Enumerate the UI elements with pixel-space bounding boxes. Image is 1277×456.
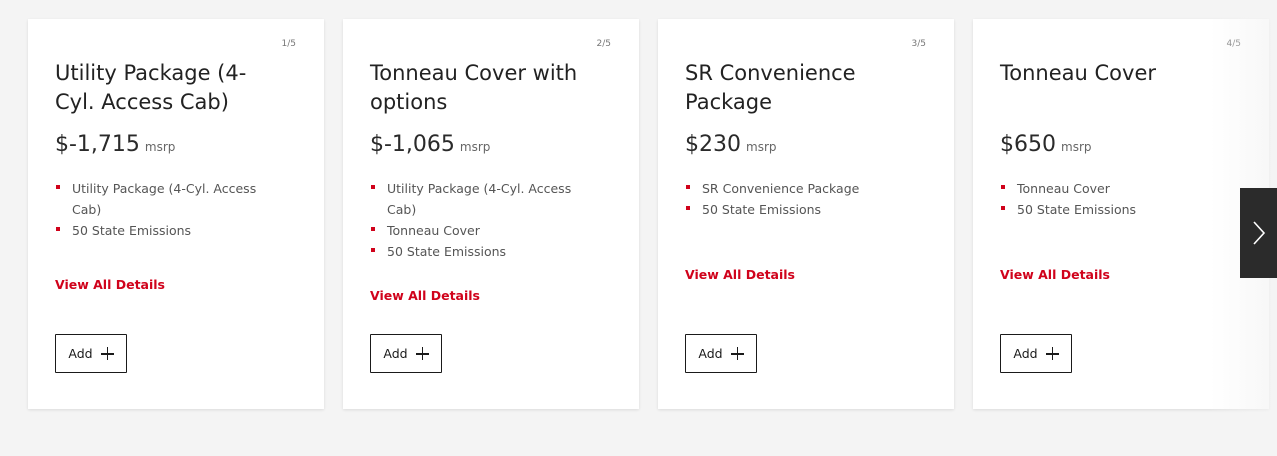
feature-item: Utility Package (4-Cyl. Access Cab) (55, 178, 285, 220)
price-row: $-1,065 msrp (370, 132, 490, 157)
feature-list: Tonneau Cover 50 State Emissions (1000, 178, 1230, 220)
package-card: 1/5 Utility Package (4-Cyl. Access Cab) … (28, 19, 324, 409)
plus-icon (415, 347, 429, 360)
price-unit: msrp (1061, 140, 1092, 154)
price-unit: msrp (746, 140, 777, 154)
plus-icon (1045, 347, 1059, 360)
add-button[interactable]: Add (1000, 334, 1072, 373)
feature-item: SR Convenience Package (685, 178, 915, 199)
price: $-1,715 (55, 132, 140, 157)
price-row: $650 msrp (1000, 132, 1092, 157)
card-title: SR Convenience Package (685, 61, 856, 114)
plus-icon (730, 347, 744, 360)
feature-item: 50 State Emissions (55, 220, 285, 241)
feature-item: 50 State Emissions (685, 199, 915, 220)
feature-item: 50 State Emissions (1000, 199, 1230, 220)
carousel-next-button[interactable] (1240, 188, 1277, 278)
accessory-package-carousel: 1/5 Utility Package (4-Cyl. Access Cab) … (0, 0, 1277, 456)
price: $230 (685, 132, 741, 157)
package-card: 3/5 SR Convenience Package $230 msrp SR … (658, 19, 954, 409)
package-card: 4/5 Tonneau Cover $650 msrp Tonneau Cove… (973, 19, 1269, 409)
feature-item: Utility Package (4-Cyl. Access Cab) (370, 178, 600, 220)
feature-item: Tonneau Cover (1000, 178, 1230, 199)
plus-icon (100, 347, 114, 360)
chevron-right-icon (1252, 221, 1265, 245)
add-button[interactable]: Add (370, 334, 442, 373)
price-row: $-1,715 msrp (55, 132, 175, 157)
feature-item: 50 State Emissions (370, 241, 600, 262)
card-title: Tonneau Cover (1000, 61, 1156, 85)
add-button[interactable]: Add (685, 334, 757, 373)
card-counter: 1/5 (281, 39, 296, 49)
add-button[interactable]: Add (55, 334, 127, 373)
add-button-label: Add (1013, 346, 1038, 361)
package-card: 2/5 Tonneau Cover with options $-1,065 m… (343, 19, 639, 409)
price-row: $230 msrp (685, 132, 777, 157)
add-button-label: Add (698, 346, 723, 361)
view-all-details-link[interactable]: View All Details (685, 267, 795, 282)
card-title: Tonneau Cover with options (370, 61, 578, 114)
card-counter: 4/5 (1226, 39, 1241, 49)
price: $650 (1000, 132, 1056, 157)
add-button-label: Add (68, 346, 93, 361)
card-counter: 2/5 (596, 39, 611, 49)
card-counter: 3/5 (911, 39, 926, 49)
price: $-1,065 (370, 132, 455, 157)
view-all-details-link[interactable]: View All Details (55, 277, 165, 292)
feature-list: SR Convenience Package 50 State Emission… (685, 178, 915, 220)
price-unit: msrp (459, 140, 491, 154)
view-all-details-link[interactable]: View All Details (370, 288, 480, 303)
feature-item: Tonneau Cover (370, 220, 600, 241)
add-button-label: Add (383, 346, 408, 361)
price-unit: msrp (144, 140, 176, 154)
feature-list: Utility Package (4-Cyl. Access Cab) Tonn… (370, 178, 600, 262)
card-title: Utility Package (4-Cyl. Access Cab) (55, 61, 247, 114)
view-all-details-link[interactable]: View All Details (1000, 267, 1110, 282)
feature-list: Utility Package (4-Cyl. Access Cab) 50 S… (55, 178, 285, 241)
